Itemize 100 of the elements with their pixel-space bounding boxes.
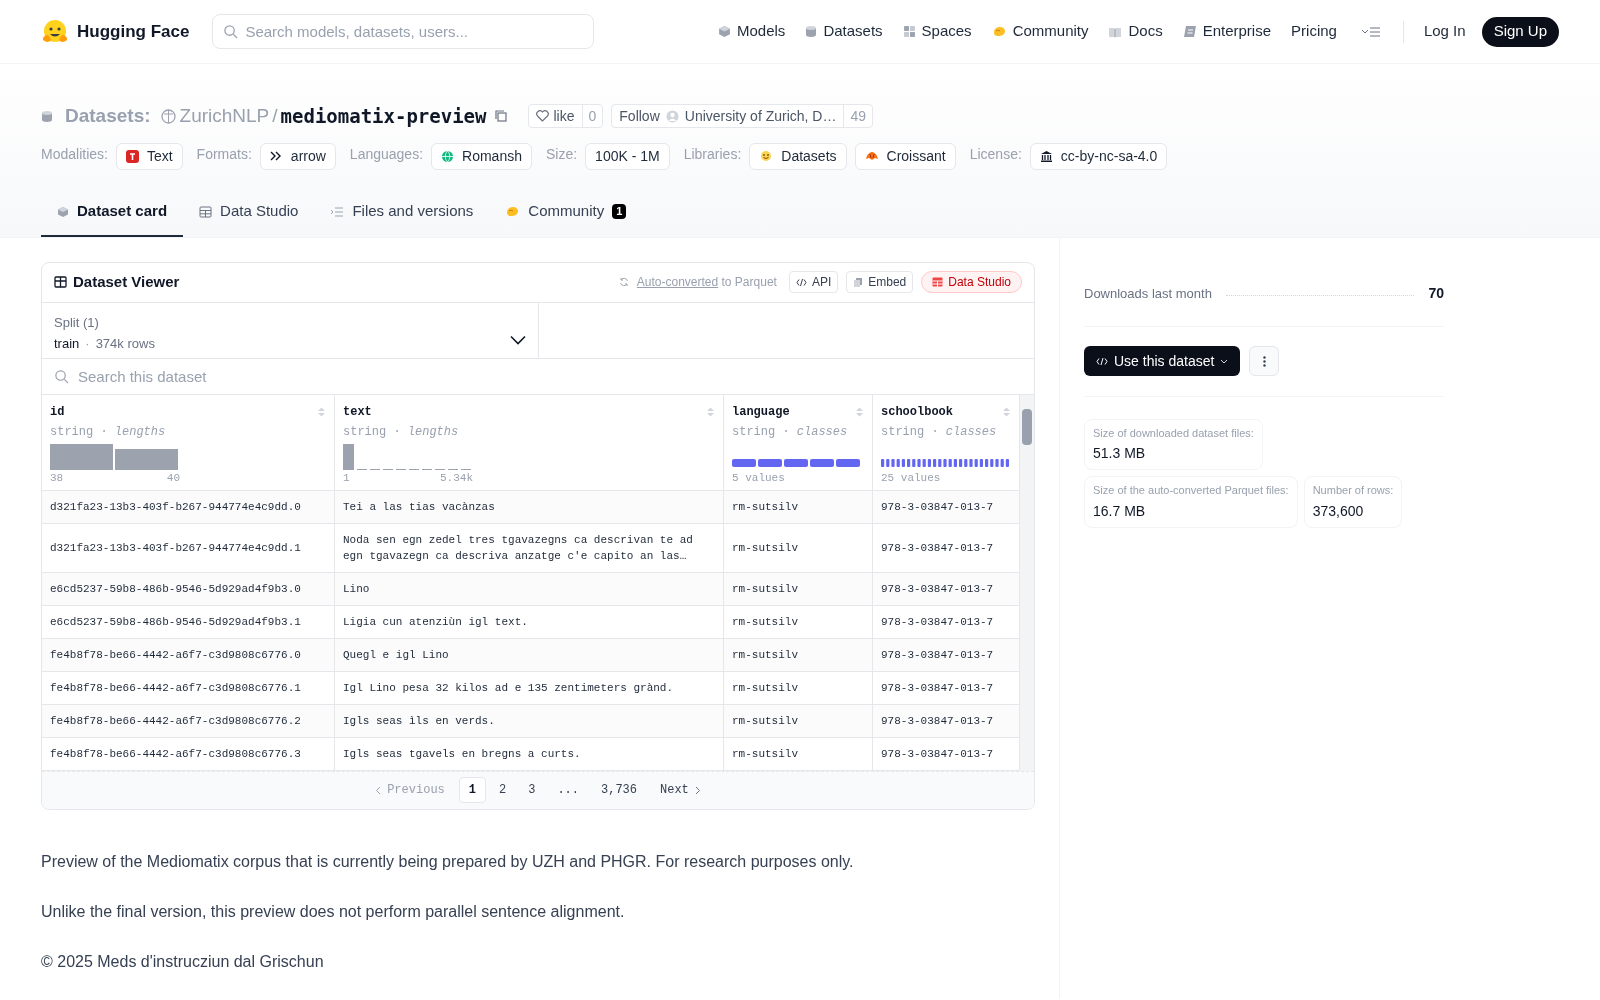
row-count: 374k rows (95, 335, 155, 353)
downloads-count: 70 (1428, 284, 1444, 303)
tag-chip[interactable]: Croissant (854, 142, 956, 170)
follow-button[interactable]: Follow University of Zurich, D… 49 (611, 104, 874, 129)
tag-chip[interactable]: arrow (259, 142, 336, 170)
stat-label: Size of downloaded dataset files: (1093, 425, 1254, 441)
bank-icon (1039, 149, 1053, 163)
page-link[interactable]: 1 (458, 777, 486, 803)
use-dataset-button[interactable]: Use this dataset (1084, 346, 1241, 376)
dataset-name[interactable]: mediomatix-preview (280, 102, 487, 131)
like-button[interactable]: like 0 (528, 104, 604, 129)
chevrons-icon (269, 150, 283, 162)
nav-link[interactable]: Docs (1098, 20, 1173, 43)
sort-icon[interactable] (855, 405, 864, 418)
refresh-icon (618, 277, 629, 287)
table-icon (199, 205, 213, 218)
stat-value: 51.3 MB (1093, 444, 1147, 463)
sort-icon[interactable] (317, 405, 326, 418)
org-avatar-icon (160, 108, 176, 124)
chevron-right-icon (694, 785, 701, 795)
table-cell-text: e6cd5237-59b8-486b-9546-5d929ad4f9b3.0 (50, 581, 301, 597)
stat-label: Number of rows: (1312, 483, 1394, 498)
page-link[interactable]: 3,736 (592, 777, 646, 803)
tag-chip[interactable]: 100K - 1M (585, 142, 670, 170)
panel-title: Dataset Viewer (73, 271, 180, 292)
column-header[interactable]: language string · classes 5 values (724, 394, 873, 490)
table-cell-text: rm-sutsilv (732, 581, 798, 597)
database-icon (41, 109, 53, 123)
copy-icon[interactable] (494, 109, 509, 124)
tag-chip[interactable]: Text (115, 142, 183, 170)
menu-icon[interactable] (1360, 25, 1381, 38)
paragraph: © 2025 Meds d'instrucziun dal Grischun (41, 951, 325, 972)
tag-group-label: License: (969, 145, 1022, 164)
studio-button[interactable]: Data Studio (921, 271, 1022, 293)
column-header[interactable]: text string · lengths 1 5.34k (335, 394, 724, 490)
signup-button[interactable]: Sign Up (1481, 16, 1559, 47)
nav-link[interactable]: Enterprise (1172, 20, 1282, 43)
table-cell-text: fe4b8f78-be66-4442-a6f7-c3d9808c6776.3 (50, 746, 301, 762)
table-cell-text: 978-3-03847-013-7 (881, 713, 994, 729)
next-button[interactable]: Next (650, 781, 711, 799)
nav-link[interactable]: Datasets (795, 20, 893, 43)
search-field[interactable]: Search models, datasets, users... (212, 14, 595, 49)
column-name: language (732, 403, 790, 421)
column-type: string · classes (881, 423, 998, 441)
table-cell-text: Igls seas tgavels en bregns a curts. (343, 746, 581, 762)
table-icon (932, 277, 944, 287)
axis-label: 5.34k (440, 471, 473, 486)
table-cell-text: 978-3-03847-013-7 (881, 647, 994, 663)
chevron-left-icon (375, 785, 382, 795)
split-value: train (54, 335, 80, 353)
tab[interactable]: Data Studio (183, 188, 315, 237)
table-cell-text: Tei a las tias vacànzas (343, 499, 495, 515)
table-cell-text: fe4b8f78-be66-4442-a6f7-c3d9808c6776.2 (50, 713, 301, 729)
page-link[interactable]: 3 (519, 777, 545, 803)
split-separator: · (85, 335, 90, 353)
tag-chip[interactable]: Romansh (431, 142, 532, 170)
heart-icon (536, 110, 550, 123)
brand-name[interactable]: Hugging Face (77, 18, 190, 45)
more-button[interactable] (1249, 346, 1280, 376)
value-count: 5 values (732, 471, 786, 486)
nav-link[interactable]: Models (708, 20, 796, 43)
tab[interactable]: Dataset card (41, 188, 184, 237)
column-type: string · classes (732, 423, 849, 441)
page-link[interactable]: ... (548, 777, 588, 803)
table-cell-text: d321fa23-13b3-403f-b267-944774e4c9dd.1 (50, 540, 301, 556)
axis-label: 38 (50, 471, 64, 486)
dataset-search-field[interactable]: Search this dataset (42, 358, 1034, 394)
croissant-icon (864, 149, 879, 163)
nav-link[interactable]: Pricing (1281, 20, 1347, 43)
nav-link[interactable]: Community (981, 20, 1099, 43)
embed-button[interactable]: Embed (846, 271, 914, 293)
scrollbar[interactable] (1020, 394, 1034, 771)
api-button[interactable]: API (788, 271, 839, 293)
downloads-label: Downloads last month (1084, 284, 1212, 303)
nav-link[interactable]: Spaces (892, 20, 982, 43)
tab[interactable]: Community 1 (489, 188, 643, 237)
emoji-icon (759, 149, 774, 163)
stat-value: 373,600 (1312, 501, 1365, 521)
sort-icon[interactable] (1002, 405, 1011, 418)
cube-icon (718, 25, 731, 38)
page-link[interactable]: 2 (490, 777, 516, 803)
table-cell-text: Noda sen egn zedel tres tgavazegns ca descrivan te ad egn tgavazegn ca descriva anzatge c'e capito an las… (343, 532, 694, 564)
table-icon (54, 276, 67, 288)
tag-chip[interactable]: cc-by-nc-sa-4.0 (1029, 142, 1168, 170)
login-link[interactable]: Log In (1411, 20, 1478, 43)
paragraph: Preview of the Mediomatix corpus that is currently being prepared by UZH and PHGR. For research purposes only. (41, 851, 855, 872)
code-icon (795, 277, 807, 287)
tab[interactable]: Files and versions (314, 188, 490, 237)
follower-count: 49 (843, 105, 873, 128)
tag-chip[interactable]: Datasets (749, 142, 847, 170)
column-header[interactable]: id string · lengths 38 40 (42, 394, 335, 490)
split-selector[interactable]: Split (1) train · 374k rows (42, 302, 539, 358)
database-icon (805, 25, 818, 38)
cube-icon (57, 205, 69, 218)
sort-icon[interactable] (706, 405, 715, 418)
table-cell-text: rm-sutsilv (732, 647, 798, 663)
table-cell-text: Lino (343, 581, 370, 597)
table-cell-text: 978-3-03847-013-7 (881, 581, 994, 597)
table-cell-text: fe4b8f78-be66-4442-a6f7-c3d9808c6776.1 (50, 680, 301, 696)
tag-group-label: Languages: (349, 145, 424, 164)
